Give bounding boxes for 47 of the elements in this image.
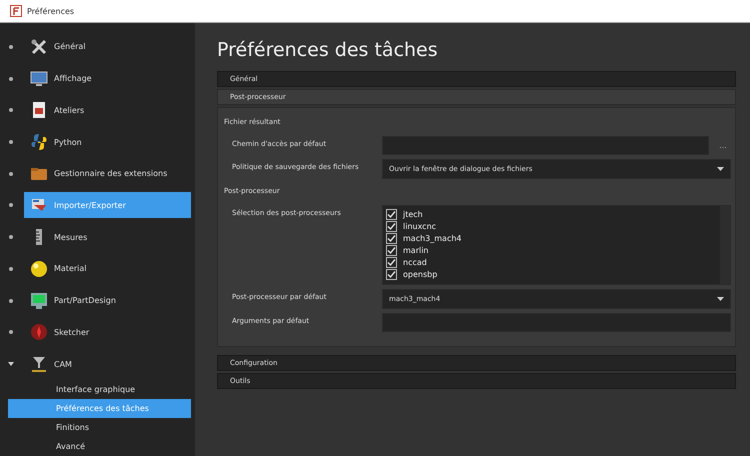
dropdown-arrow-icon (717, 297, 724, 301)
tools-icon (30, 38, 48, 56)
expand-icon[interactable] (8, 203, 14, 208)
sidebar-subitem[interactable]: Avancé (8, 437, 191, 456)
list-item: nccad (403, 258, 427, 266)
checkbox[interactable] (386, 268, 397, 280)
sidebar-item[interactable]: Python (24, 129, 191, 156)
collapse-icon[interactable] (8, 362, 14, 366)
sidebar-item[interactable]: Affichage (24, 66, 191, 92)
checkbox[interactable] (386, 256, 397, 268)
sidebar-subitem[interactable]: Finitions (8, 418, 191, 437)
browse-button[interactable]: ... (715, 141, 731, 150)
expand-icon[interactable] (8, 266, 14, 271)
page-title: Préférences des tâches (217, 39, 439, 61)
list-item: mach3_mach4 (403, 234, 462, 242)
list-item: marlin (403, 246, 428, 254)
expand-icon[interactable] (8, 44, 14, 49)
sidebar-item[interactable]: Sketcher (24, 319, 191, 346)
window-title: Préférences (27, 6, 74, 16)
list-item: opensbp (403, 270, 438, 278)
doc-icon (30, 101, 48, 120)
ball-icon (30, 260, 48, 278)
expand-icon[interactable] (8, 298, 14, 303)
sidebar-item[interactable]: Material (24, 256, 191, 282)
python-icon (30, 133, 48, 152)
list-item: jtech (403, 210, 423, 218)
monitor-icon (30, 70, 48, 88)
sidebar-item[interactable]: Ateliers (24, 97, 191, 124)
expand-icon[interactable] (8, 76, 14, 81)
checkbox[interactable] (386, 232, 397, 244)
expand-icon[interactable] (8, 108, 14, 112)
list-item: linuxcnc (403, 222, 436, 230)
sidebar-item[interactable]: Général (24, 34, 191, 60)
sidebar-item[interactable]: Part/PartDesign (24, 288, 191, 314)
dropdown-arrow-icon (717, 167, 724, 171)
expand-icon[interactable] (8, 172, 14, 176)
sidebar-subitem[interactable]: Interface graphique (8, 380, 191, 399)
sidebar-item[interactable]: CAM (24, 351, 191, 378)
checkbox[interactable] (386, 220, 397, 232)
checkbox[interactable] (386, 208, 397, 220)
expand-icon[interactable] (8, 140, 14, 144)
sidebar-item[interactable]: Gestionnaire des extensions (24, 160, 191, 187)
expand-icon[interactable] (8, 235, 14, 240)
sidebar-item[interactable]: Mesures (24, 224, 191, 250)
expand-icon[interactable] (8, 330, 14, 334)
checkbox[interactable] (386, 244, 397, 256)
app-logo-icon (10, 5, 22, 17)
